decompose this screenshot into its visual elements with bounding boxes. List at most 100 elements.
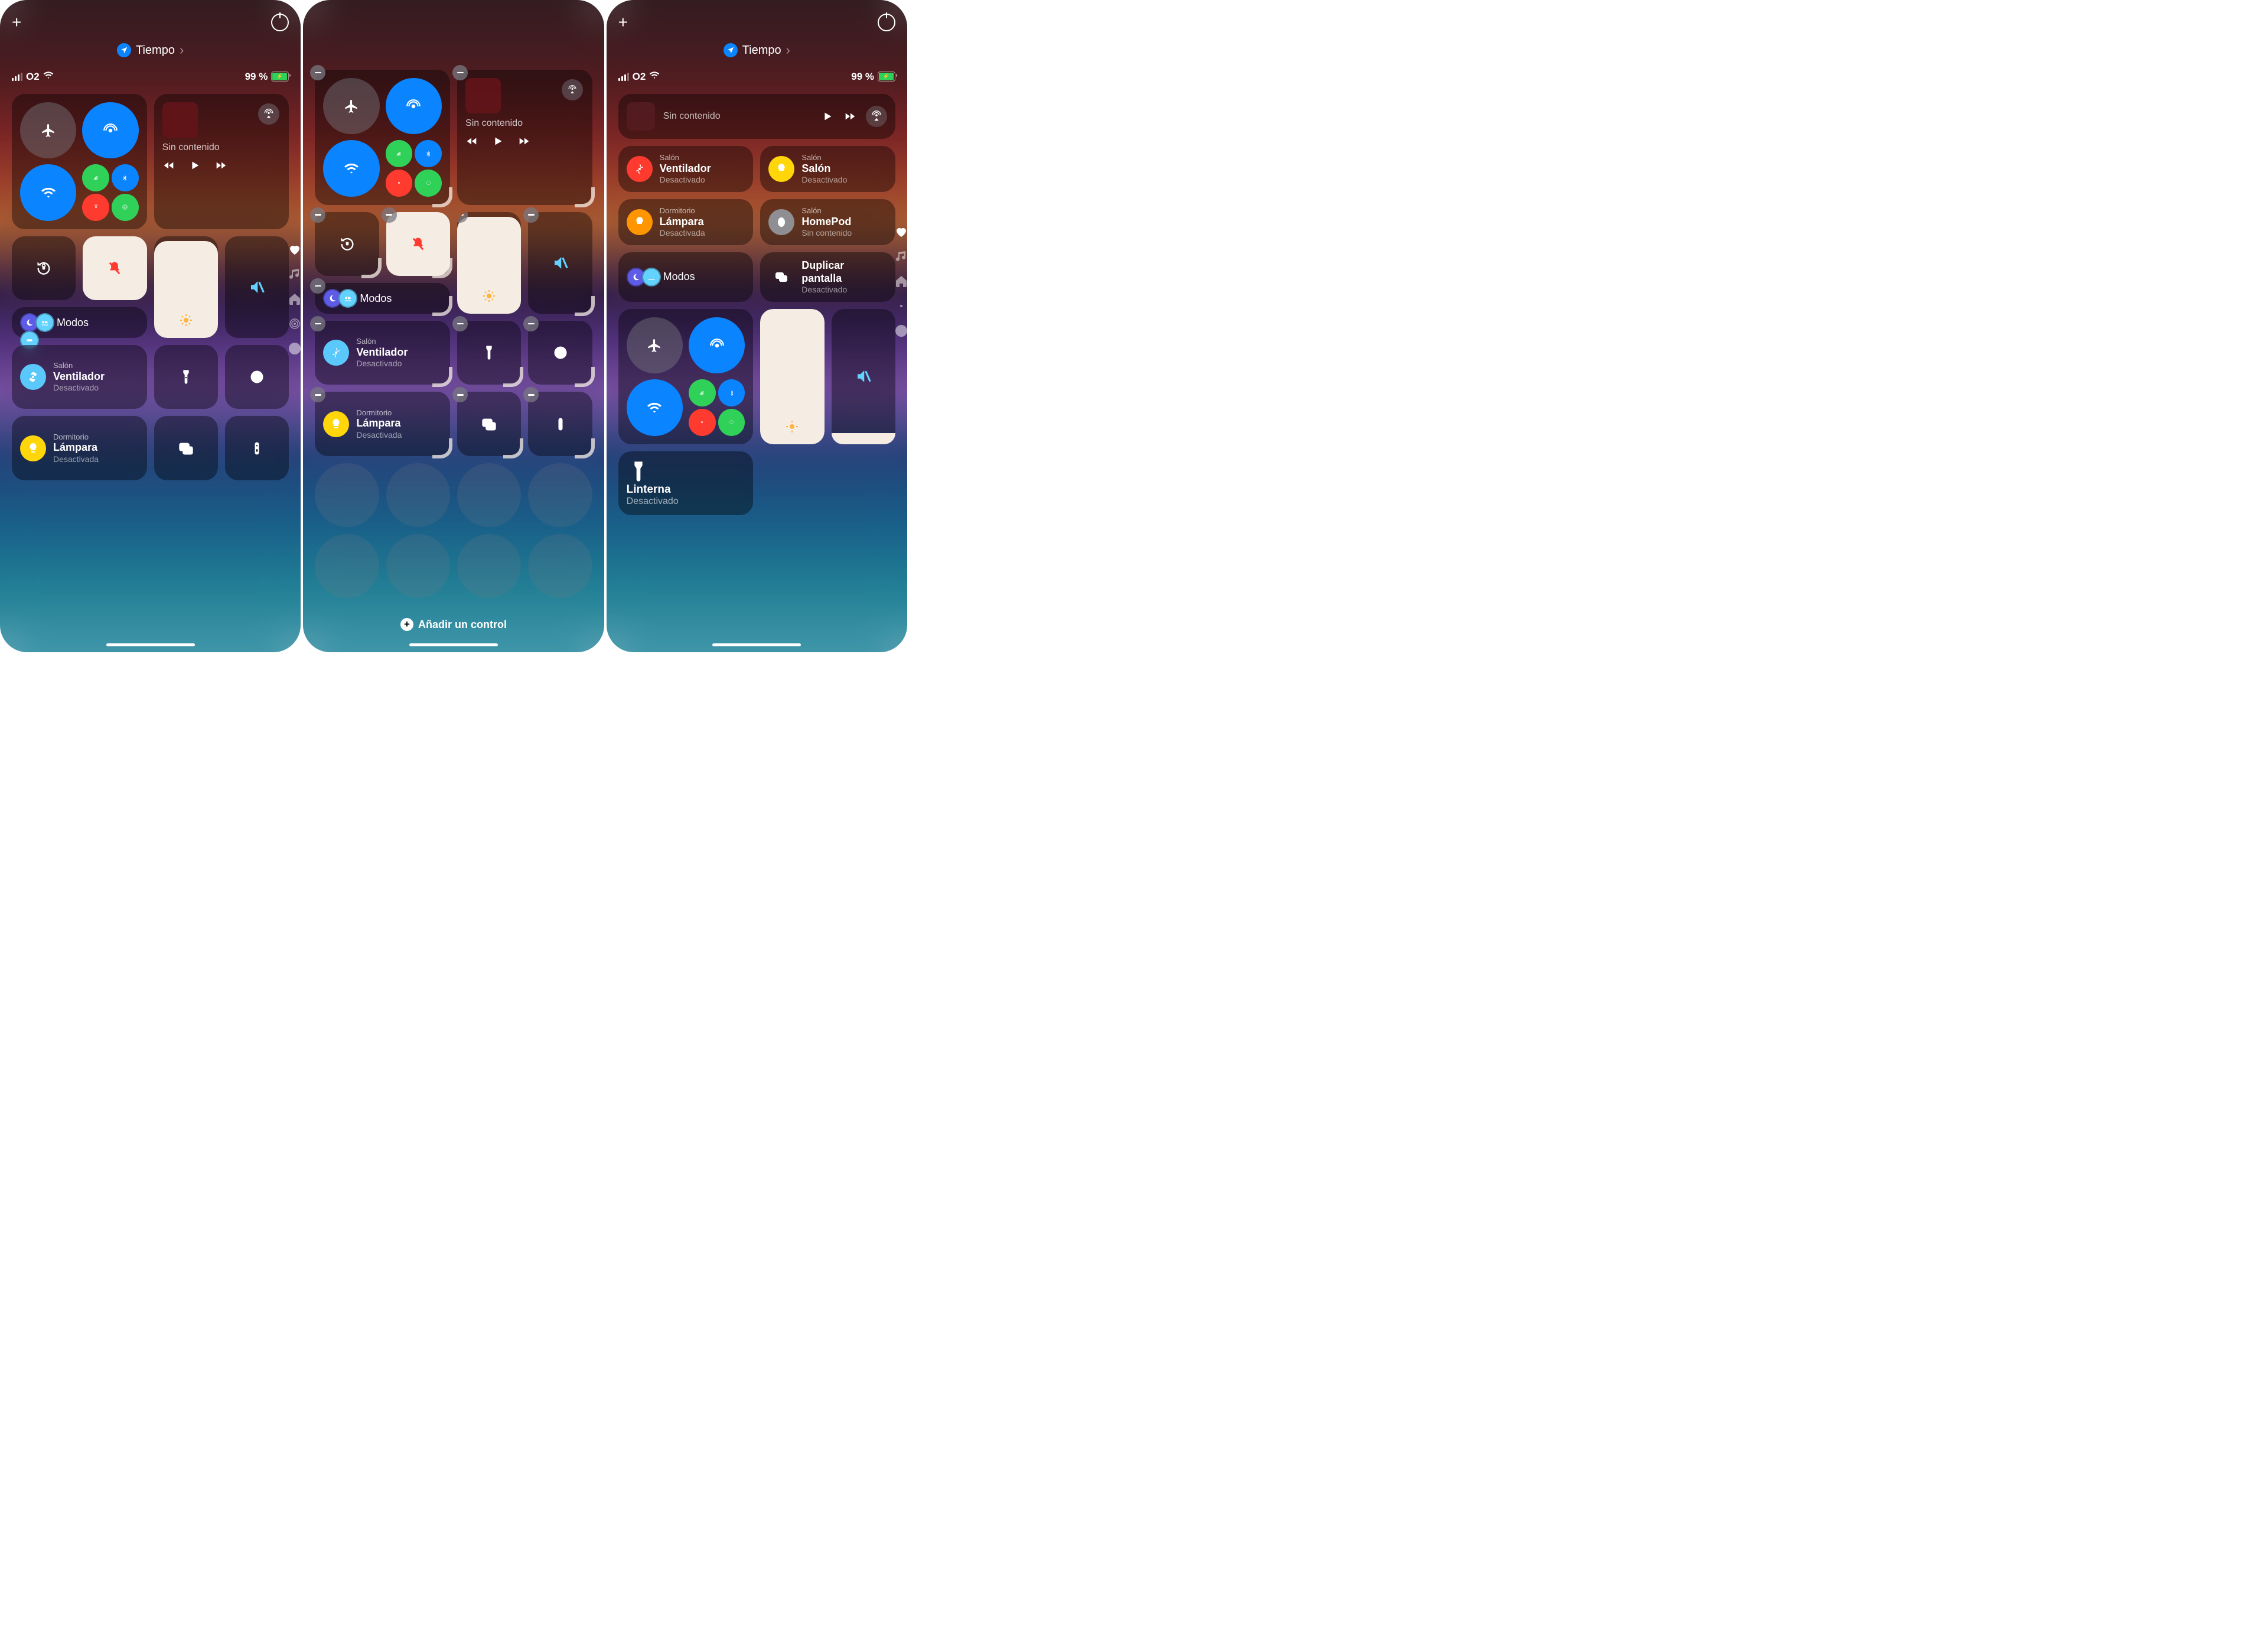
airplay-button[interactable] <box>258 103 279 125</box>
page-home-icon[interactable] <box>288 292 301 306</box>
home-indicator[interactable] <box>409 643 498 646</box>
home-salon-tile[interactable]: SalónSalónDesactivado <box>760 146 895 192</box>
focus-modes-tile[interactable]: Modos <box>12 307 147 338</box>
remove-button[interactable] <box>523 207 539 223</box>
resize-handle[interactable] <box>432 367 452 387</box>
flashlight-button[interactable] <box>154 345 218 409</box>
resize-handle[interactable] <box>575 187 595 207</box>
wifi-button[interactable] <box>627 379 683 435</box>
connectivity-tile[interactable] <box>12 94 147 229</box>
page-music-icon[interactable] <box>894 249 907 263</box>
resize-handle[interactable] <box>432 187 452 207</box>
page-music-icon[interactable] <box>288 267 301 281</box>
flashlight-big-tile[interactable]: Linterna Desactivado <box>618 451 754 515</box>
play-icon[interactable] <box>188 159 201 172</box>
remove-button[interactable] <box>523 316 539 331</box>
page-home-icon[interactable] <box>894 274 907 288</box>
remove-button[interactable] <box>452 387 468 402</box>
empty-slot[interactable] <box>457 463 521 527</box>
home-lamp-bedroom-tile[interactable]: DormitorioLámparaDesactivada <box>618 199 754 245</box>
mute-edit[interactable] <box>528 212 592 314</box>
screen-mirror-edit[interactable] <box>457 392 521 456</box>
play-icon[interactable] <box>491 135 504 148</box>
media-tile[interactable]: Sin contenido <box>154 94 289 229</box>
orientation-lock-button[interactable] <box>12 236 76 300</box>
airdrop-button[interactable] <box>689 317 745 373</box>
airplane-mode-button[interactable] <box>20 102 76 158</box>
media-tile-edit[interactable]: Sin contenido <box>457 70 592 205</box>
home-fan-tile[interactable]: SalónVentiladorDesactivado <box>618 146 754 192</box>
media-compact-tile[interactable]: Sin contenido <box>618 94 895 139</box>
remove-button[interactable] <box>382 207 397 223</box>
volume-slider[interactable] <box>832 309 895 444</box>
brightness-slider[interactable] <box>154 236 218 338</box>
airplay-button[interactable] <box>562 79 583 100</box>
power-icon[interactable] <box>271 14 289 31</box>
page-add-icon[interactable] <box>894 324 907 338</box>
remove-button[interactable] <box>523 387 539 402</box>
add-button[interactable]: + <box>12 14 21 31</box>
empty-slot[interactable] <box>315 463 379 527</box>
airplay-button[interactable] <box>866 106 887 127</box>
remote-edit[interactable] <box>528 392 592 456</box>
play-icon[interactable] <box>821 110 834 123</box>
resize-handle[interactable] <box>503 367 523 387</box>
airplane-mode-button[interactable] <box>323 78 379 134</box>
resize-handle[interactable] <box>503 296 521 314</box>
page-connectivity-icon[interactable] <box>288 317 301 331</box>
home-lamp-edit[interactable]: Dormitorio Lámpara Desactivada <box>315 392 450 456</box>
home-indicator[interactable] <box>106 643 195 646</box>
next-icon[interactable] <box>517 135 530 148</box>
empty-slot[interactable] <box>528 534 592 598</box>
mute-button[interactable] <box>225 236 289 338</box>
connectivity-tile[interactable] <box>618 309 754 444</box>
airplane-mode-button[interactable] <box>627 317 683 373</box>
resize-handle[interactable] <box>432 258 452 278</box>
add-control-button[interactable]: + Añadir un control <box>400 618 507 631</box>
timer-edit[interactable] <box>528 321 592 385</box>
empty-slot[interactable] <box>315 534 379 598</box>
focus-modes-edit[interactable]: Modos <box>315 283 450 314</box>
page-add-icon[interactable] <box>288 341 301 356</box>
empty-slot[interactable] <box>386 463 450 527</box>
brightness-slider[interactable] <box>760 309 824 444</box>
airdrop-button[interactable] <box>82 102 138 158</box>
resize-handle[interactable] <box>575 296 595 316</box>
empty-slot[interactable] <box>386 534 450 598</box>
connectivity-mini[interactable] <box>82 164 138 220</box>
page-heart-icon[interactable] <box>894 225 907 239</box>
timer-button[interactable] <box>225 345 289 409</box>
resize-handle[interactable] <box>575 438 595 458</box>
brightness-slider-edit[interactable] <box>457 212 521 314</box>
remove-button[interactable] <box>452 316 468 331</box>
remove-button[interactable] <box>452 65 468 80</box>
screen-mirror-button[interactable] <box>154 416 218 480</box>
wifi-button[interactable] <box>323 140 379 196</box>
home-fan-edit[interactable]: Salón Ventilador Desactivado <box>315 321 450 385</box>
prev-icon[interactable] <box>162 159 175 172</box>
resize-handle[interactable] <box>432 438 452 458</box>
silent-mode-edit[interactable] <box>386 212 450 276</box>
next-icon[interactable] <box>843 110 856 123</box>
focus-modes-tile[interactable]: Modos <box>618 252 754 302</box>
empty-slot[interactable] <box>457 534 521 598</box>
flashlight-edit[interactable] <box>457 321 521 385</box>
orientation-lock-edit[interactable] <box>315 212 379 276</box>
resize-handle[interactable] <box>575 367 595 387</box>
connectivity-tile-edit[interactable] <box>315 70 450 205</box>
breadcrumb[interactable]: Tiempo › <box>12 43 289 58</box>
airdrop-button[interactable] <box>386 78 442 134</box>
next-icon[interactable] <box>214 159 227 172</box>
page-heart-icon[interactable] <box>288 242 301 256</box>
home-lamp-tile[interactable]: Dormitorio Lámpara Desactivada <box>12 416 147 480</box>
resize-handle[interactable] <box>361 258 382 278</box>
resize-handle[interactable] <box>503 438 523 458</box>
home-fan-tile[interactable]: Salón Ventilador Desactivado <box>12 345 147 409</box>
power-icon[interactable] <box>878 14 895 31</box>
breadcrumb[interactable]: Tiempo › <box>618 43 895 58</box>
remove-button[interactable] <box>310 387 325 402</box>
add-button[interactable]: + <box>618 14 628 31</box>
remove-button[interactable] <box>310 65 325 80</box>
screen-mirror-tile[interactable]: Duplicar pantallaDesactivado <box>760 252 895 302</box>
wifi-button[interactable] <box>20 164 76 220</box>
